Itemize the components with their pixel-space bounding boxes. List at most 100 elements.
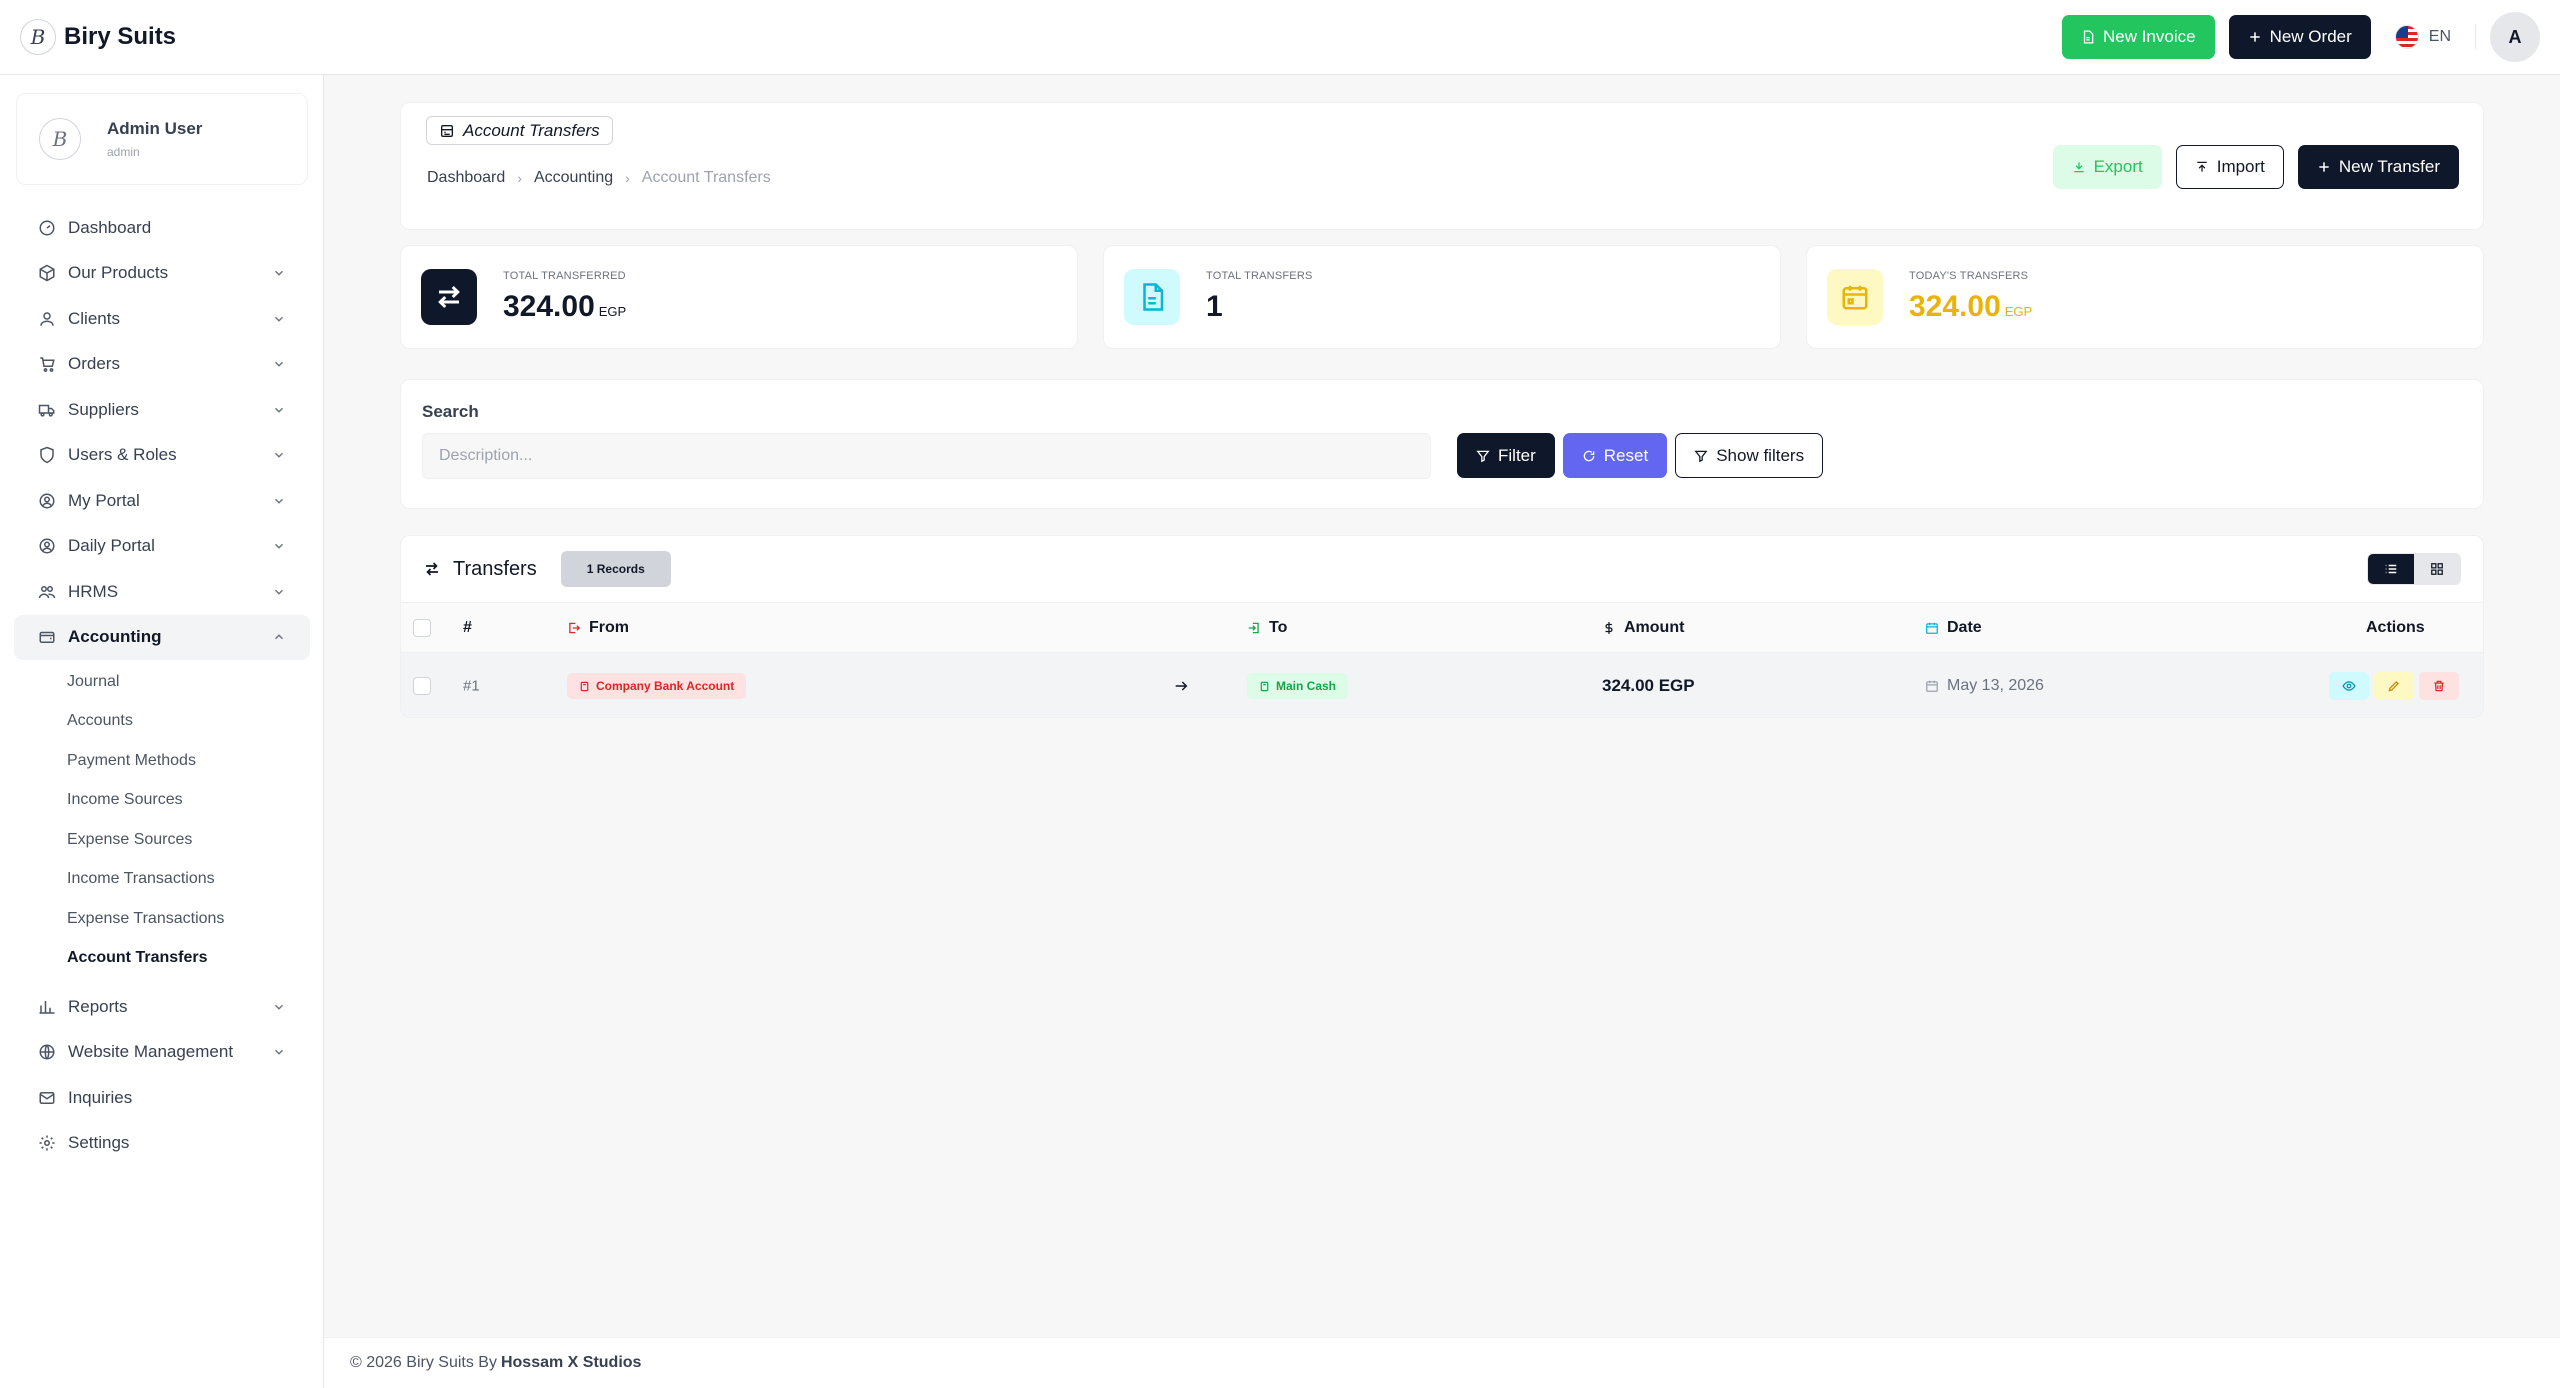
sidebar-item-label: Suppliers [68,399,139,419]
user-card[interactable]: B Admin User admin [16,93,308,185]
sidebar-item-my-portal[interactable]: My Portal [14,478,310,524]
show-filters-button[interactable]: Show filters [1675,433,1824,478]
user-role: admin [107,145,140,159]
stat-number: 1 [1206,290,1223,323]
sidebar-item-clients[interactable]: Clients [14,296,310,342]
sidebar-item-hrms[interactable]: HRMS [14,569,310,615]
search-input[interactable] [422,433,1431,479]
row-date: May 13, 2026 [1925,677,2044,695]
sidebar-subitem-expense-sources[interactable]: Expense Sources [0,820,324,860]
footer-studio-link[interactable]: Hossam X Studios [501,1354,641,1372]
user-avatar[interactable]: A [2490,12,2540,62]
stat-todays-transfers: Today's Transfers 324.00 EGP [1806,245,2484,349]
list-view-icon[interactable] [2368,554,2414,584]
sidebar-subitem-account-transfers[interactable]: Account Transfers [0,939,324,979]
sidebar-subitem-income-transactions[interactable]: Income Transactions [0,860,324,900]
sidebar-item-dashboard[interactable]: Dashboard [14,205,310,251]
from-account-label: Company Bank Account [596,679,735,693]
sidebar-item-users-roles[interactable]: Users & Roles [14,433,310,479]
brand[interactable]: B Biry Suits [20,19,176,55]
sidebar-item-label: Clients [68,308,120,328]
stat-label: Today's Transfers [1909,270,2029,282]
import-button[interactable]: Import [2175,145,2284,189]
refresh-icon [1582,449,1596,463]
chevron-down-icon [272,539,286,553]
sidebar-item-label: Dashboard [68,217,152,237]
sidebar-item-label: Settings [68,1133,130,1153]
show-filters-label: Show filters [1716,445,1805,465]
document-icon [2081,30,2095,44]
sidebar-subitem-journal[interactable]: Journal [0,662,324,702]
sidebar-item-our-products[interactable]: Our Products [14,251,310,297]
stat-total-transfers: Total Transfers 1 [1103,245,1781,349]
stat-label: Total Transferred [503,270,626,282]
breadcrumb-accounting[interactable]: Accounting [534,169,613,187]
reset-button[interactable]: Reset [1562,433,1668,478]
column-header-date: Date [1925,619,1982,637]
sidebar-item-daily-portal[interactable]: Daily Portal [14,524,310,570]
funnel-icon [1694,449,1708,463]
stat-unit: EGP [598,304,627,319]
to-account-badge[interactable]: Main Cash [1247,673,1349,699]
column-header-amount-label: Amount [1624,618,1685,636]
breadcrumb: Dashboard › Accounting › Account Transfe… [427,169,771,187]
chevron-right-icon: › [517,170,522,186]
export-button[interactable]: Export [2052,145,2162,189]
sidebar-subitem-income-sources[interactable]: Income Sources [0,781,324,821]
filter-button[interactable]: Filter [1457,433,1555,478]
new-invoice-label: New Invoice [2102,27,2196,46]
user-circle-icon [38,492,56,510]
column-header-date-label: Date [1947,618,1982,636]
sidebar-item-suppliers[interactable]: Suppliers [14,387,310,433]
new-transfer-label: New Transfer [2338,157,2440,176]
plus-icon [2248,30,2262,44]
sidebar-item-orders[interactable]: Orders [14,342,310,388]
sidebar-item-label: Inquiries [68,1087,133,1107]
column-header-amount: Amount [1602,619,1684,637]
users-icon [38,583,56,601]
edit-button[interactable] [2374,672,2414,700]
footer: © 2026 Biry Suits By Hossam X Studios [324,1337,2560,1388]
breadcrumb-dashboard[interactable]: Dashboard [427,169,505,187]
chevron-down-icon [272,266,286,280]
bank-card-icon [579,681,590,692]
stat-number: 324.00 [503,290,595,323]
top-actions: New Invoice New Order EN A [2061,12,2540,62]
bar-chart-icon [38,998,56,1016]
view-button[interactable] [2329,672,2369,700]
stat-value: 324.00 EGP [503,290,626,324]
cart-icon [38,355,56,373]
sidebar-item-label: HRMS [68,581,119,601]
sidebar-item-label: Orders [68,354,120,374]
user-name: Admin User [107,119,203,138]
sidebar-item-reports[interactable]: Reports [14,984,310,1030]
main-content: Account Transfers Dashboard › Accounting… [324,75,2560,1388]
sidebar-subitem-accounts[interactable]: Accounts [0,702,324,742]
column-header-actions: Actions [2366,618,2425,636]
sidebar-item-website-management[interactable]: Website Management [14,1030,310,1076]
footer-text: © 2026 Biry Suits By [350,1354,497,1371]
new-order-button[interactable]: New Order [2228,15,2371,59]
table-row[interactable]: #1 Company Bank Account Main Cash 324.00… [401,653,2483,717]
new-transfer-button[interactable]: New Transfer [2297,145,2459,189]
sidebar-item-accounting[interactable]: Accounting [14,614,310,660]
language-switcher[interactable]: EN [2385,25,2461,49]
stat-value: 324.00 EGP [1909,290,2032,324]
new-invoice-button[interactable]: New Invoice [2061,15,2215,59]
sidebar-item-inquiries[interactable]: Inquiries [14,1075,310,1121]
filter-label: Filter [1498,445,1536,465]
chevron-down-icon [272,494,286,508]
row-checkbox[interactable] [413,677,431,695]
grid-view-icon[interactable] [2414,554,2460,584]
from-account-badge[interactable]: Company Bank Account [567,673,747,699]
sidebar-item-settings[interactable]: Settings [14,1121,310,1167]
delete-button[interactable] [2419,672,2459,700]
arrows-exchange-icon [421,269,477,325]
column-header-id: # [463,618,472,636]
wallet-icon [38,628,56,646]
language-label: EN [2428,28,2451,45]
sidebar-subitem-payment-methods[interactable]: Payment Methods [0,741,324,781]
select-all-checkbox[interactable] [413,618,431,637]
user-icon [38,310,56,328]
sidebar-subitem-expense-transactions[interactable]: Expense Transactions [0,899,324,939]
